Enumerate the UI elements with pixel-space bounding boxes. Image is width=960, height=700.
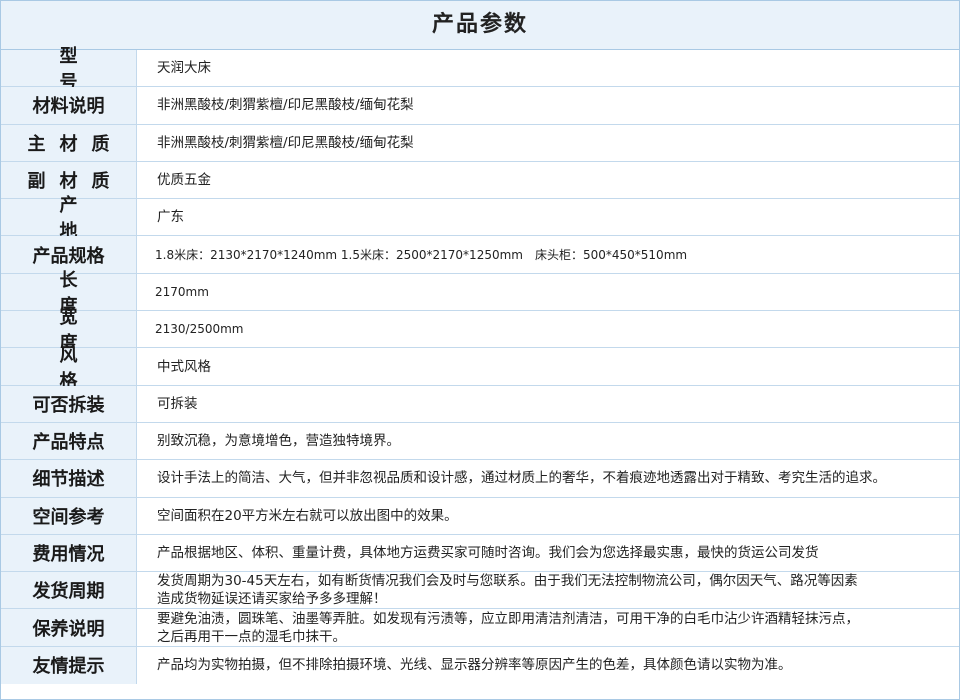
table-row: 产地 广东 xyxy=(1,195,959,242)
table-row: 宽度 2130/2500mm xyxy=(1,307,959,354)
row-label: 型号 xyxy=(1,46,137,93)
table-row: 空间参考 空间面积在20平方米左右就可以放出图中的效果。 xyxy=(1,497,959,535)
row-value: 2170mm xyxy=(155,284,209,299)
table-row: 产品规格 1.8米床：2130*2170*1240mm 1.5米床：2500*2… xyxy=(1,236,959,274)
row-value: 发货周期为30-45天左右，如有断货情况我们会及时与您联系。由于我们无法控制物流… xyxy=(157,573,858,608)
table-row: 发货周期 发货周期为30-45天左右，如有断货情况我们会及时与您联系。由于我们无… xyxy=(1,572,959,610)
row-value: 设计手法上的简洁、大气，但并非忽视品质和设计感，通过材质上的奢华，不着痕迹地透露… xyxy=(157,470,886,487)
table-row: 费用情况 产品根据地区、体积、重量计费，具体地方运费买家可随时咨询。我们会为您选… xyxy=(1,534,959,573)
row-label: 产地 xyxy=(1,195,137,242)
table-row: 副材质 优质五金 xyxy=(1,161,959,200)
row-value: 空间面积在20平方米左右就可以放出图中的效果。 xyxy=(157,507,458,524)
row-value: 产品根据地区、体积、重量计费，具体地方运费买家可随时咨询。我们会为您选择最实惠，… xyxy=(157,545,819,561)
row-label: 发货周期 xyxy=(1,572,137,609)
table-row: 可否拆装 可拆装 xyxy=(1,385,959,423)
row-label: 产品特点 xyxy=(1,422,137,460)
row-value: 可拆装 xyxy=(157,395,198,412)
table-row: 友情提示 产品均为实物拍摄，但不排除拍摄环境、光线、显示器分辨率等原因产生的色差… xyxy=(1,646,959,685)
row-label: 费用情况 xyxy=(1,534,137,572)
row-value: 2130/2500mm xyxy=(155,322,244,337)
row-label: 可否拆装 xyxy=(1,385,137,422)
row-label: 材料说明 xyxy=(1,87,137,124)
table-row: 长度 2170mm xyxy=(1,270,959,317)
row-value: 天润大床 xyxy=(157,60,211,77)
row-value: 非洲黑酸枝/刺猬紫檀/印尼黑酸枝/缅甸花梨 xyxy=(157,97,414,114)
row-label: 主材质 xyxy=(1,124,137,161)
table-row: 风格 中式风格 xyxy=(1,345,959,392)
row-label: 保养说明 xyxy=(1,609,137,646)
row-label: 风格 xyxy=(1,345,137,392)
table-title: 产品参数 xyxy=(1,1,959,50)
table-row: 细节描述 设计手法上的简洁、大气，但并非忽视品质和设计感，通过材质上的奢华，不着… xyxy=(1,460,959,498)
row-value: 别致沉稳，为意境增色，营造独特境界。 xyxy=(157,433,400,450)
product-params-table: 产品参数 型号 天润大床 材料说明 非洲黑酸枝/刺猬紫檀/印尼黑酸枝/缅甸花梨 … xyxy=(0,0,960,700)
row-value: 产品均为实物拍摄，但不排除拍摄环境、光线、显示器分辨率等原因产生的色差，具体颜色… xyxy=(157,657,792,674)
table-row: 保养说明 要避免油渍，圆珠笔、油墨等弄脏。如发现有污渍等，应立即用清洁剂清洁，可… xyxy=(1,609,959,647)
row-value: 中式风格 xyxy=(157,358,211,375)
row-value: 非洲黑酸枝/刺猬紫檀/印尼黑酸枝/缅甸花梨 xyxy=(157,134,414,151)
row-value: 优质五金 xyxy=(157,172,211,189)
row-label: 细节描述 xyxy=(1,460,137,497)
table-row: 主材质 非洲黑酸枝/刺猬紫檀/印尼黑酸枝/缅甸花梨 xyxy=(1,124,959,162)
table-row: 产品特点 别致沉稳，为意境增色，营造独特境界。 xyxy=(1,422,959,461)
row-value: 要避免油渍，圆珠笔、油墨等弄脏。如发现有污渍等，应立即用清洁剂清洁，可用干净的白… xyxy=(157,610,859,645)
row-label: 友情提示 xyxy=(1,646,137,685)
row-value: 广东 xyxy=(157,209,184,226)
table-row: 型号 天润大床 xyxy=(1,46,959,93)
row-value: 1.8米床：2130*2170*1240mm 1.5米床：2500*2170*1… xyxy=(155,247,688,262)
row-label: 空间参考 xyxy=(1,497,137,534)
table-row: 材料说明 非洲黑酸枝/刺猬紫檀/印尼黑酸枝/缅甸花梨 xyxy=(1,87,959,125)
